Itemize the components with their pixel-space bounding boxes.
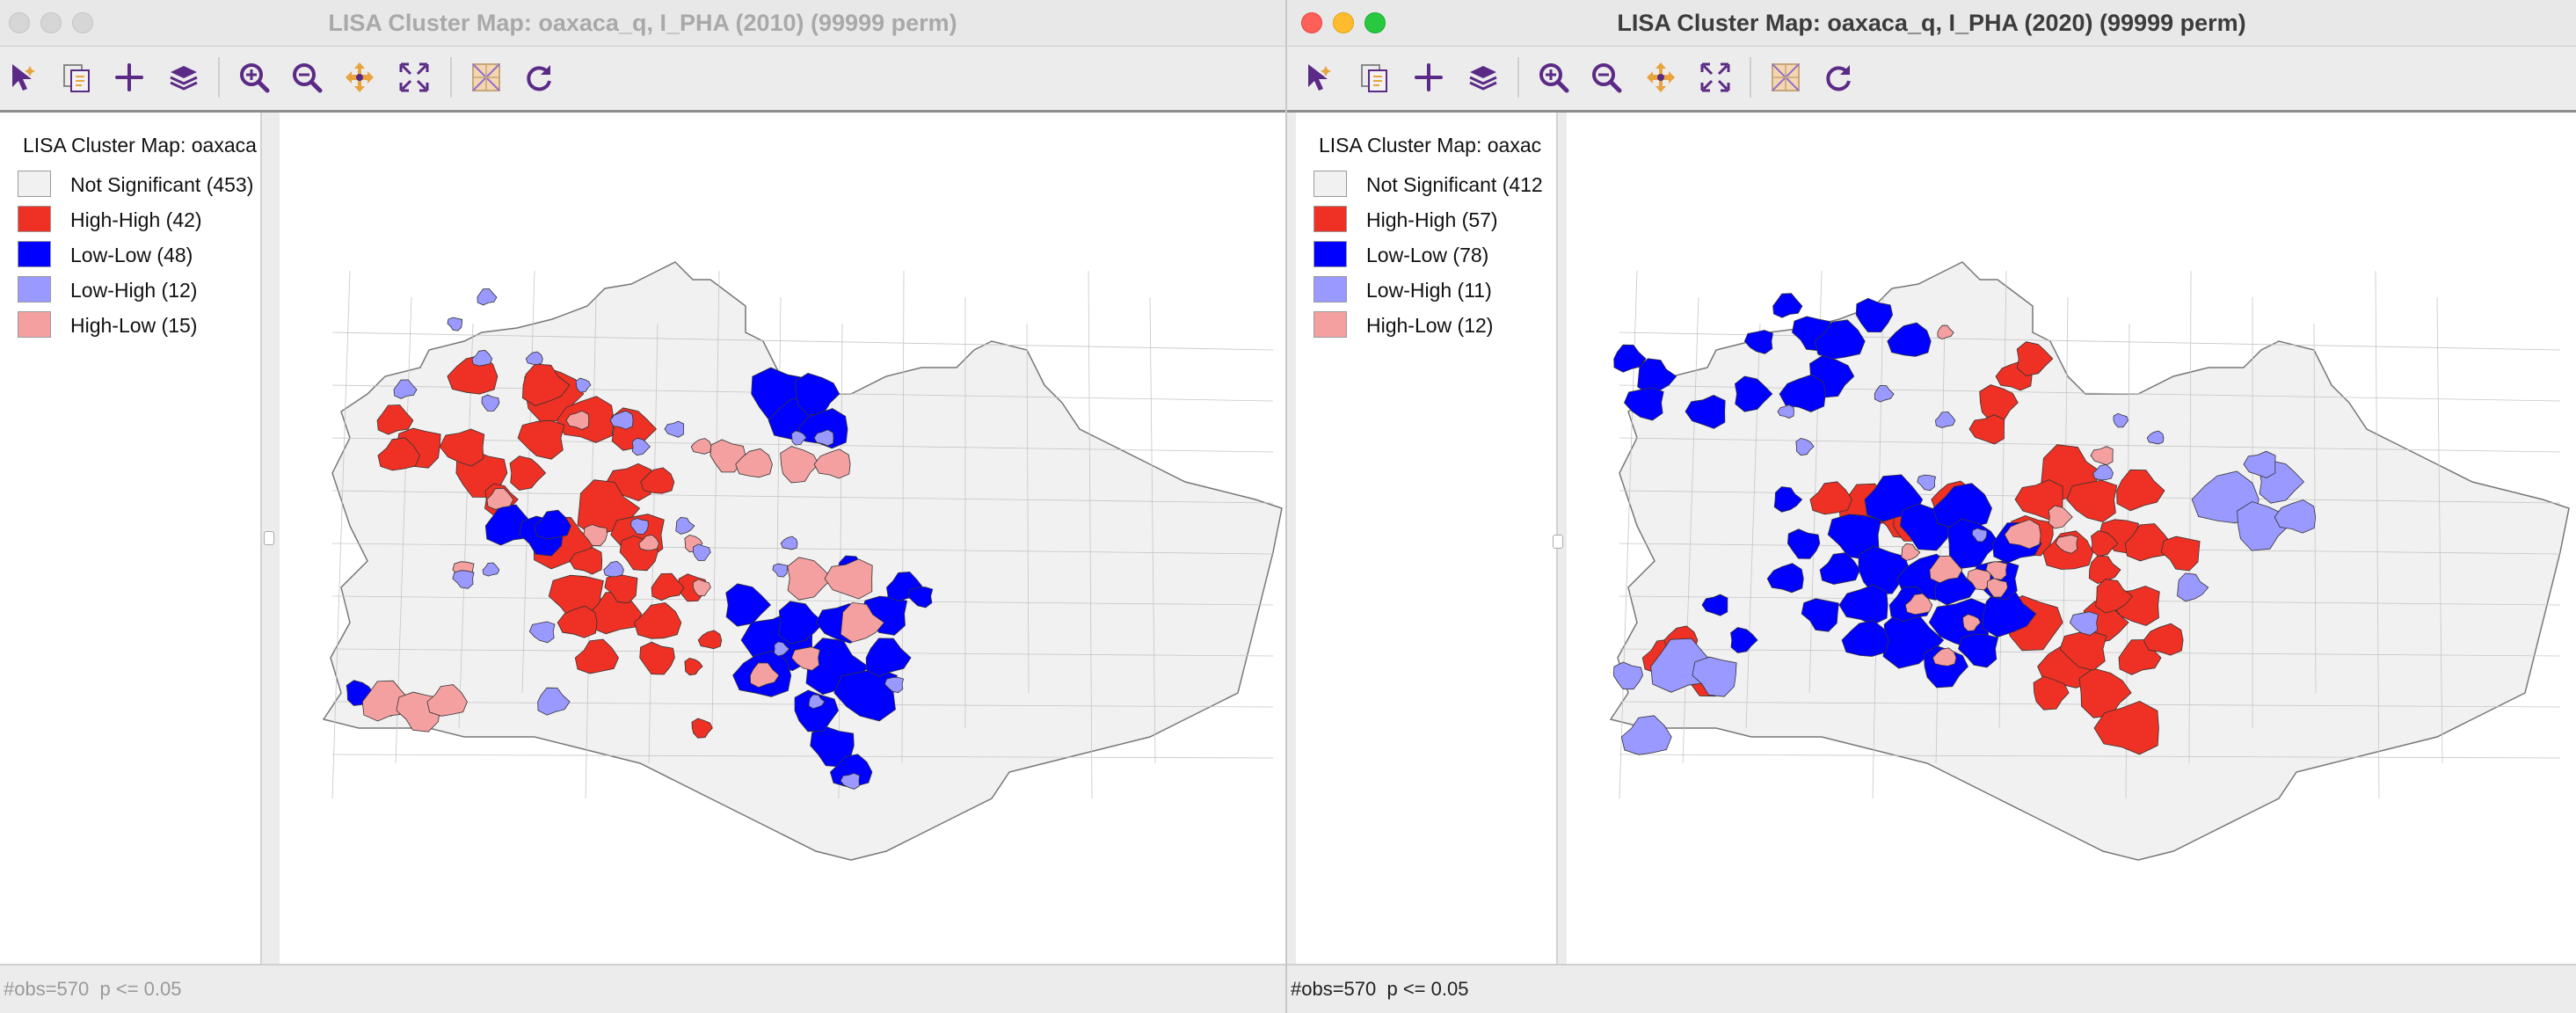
legend-label: Low-Low (48) — [70, 244, 193, 266]
toolbar-separator — [1750, 57, 1751, 98]
legend-swatch — [1313, 171, 1347, 197]
legend-swatch — [18, 206, 51, 232]
zoom-out-icon[interactable] — [287, 57, 327, 98]
legend-label: High-Low (15) — [70, 314, 198, 337]
cluster-map-window-2010: LISA Cluster Map: oaxaca_q, I_PHA (2010)… — [0, 0, 1285, 1013]
title-bar[interactable]: LISA Cluster Map: oaxaca_q, I_PHA (2020)… — [1287, 0, 2576, 47]
map-legend: LISA Cluster Map: oaxaca Not Significant… — [0, 113, 262, 964]
basemap-icon[interactable] — [1765, 57, 1806, 98]
basemap-icon[interactable] — [466, 57, 506, 98]
legend-label: Not Significant (453) — [70, 173, 254, 196]
legend-swatch — [18, 276, 51, 302]
fit-extent-icon[interactable] — [394, 57, 434, 98]
select-icon[interactable] — [1299, 57, 1340, 98]
map-canvas[interactable] — [280, 113, 1285, 964]
legend-swatch — [1313, 241, 1347, 267]
oaxaca-map-2010[interactable] — [280, 113, 1285, 964]
toolbar-separator — [1517, 57, 1519, 98]
title-bar[interactable]: LISA Cluster Map: oaxaca_q, I_PHA (2010)… — [0, 0, 1285, 47]
toolbar-separator — [218, 57, 220, 98]
legend-resize-handle[interactable] — [1553, 535, 1563, 549]
legend-swatch — [1313, 311, 1347, 338]
cluster-low-high-region[interactable] — [477, 288, 498, 306]
map-canvas[interactable] — [1567, 113, 2576, 964]
window-title: LISA Cluster Map: oaxaca_q, I_PHA (2010)… — [328, 10, 957, 36]
pan-icon[interactable] — [1641, 57, 1681, 98]
legend-label: High-Low (12) — [1366, 314, 1494, 337]
cluster-low-low-region[interactable] — [1772, 293, 1803, 318]
cluster-map-window-2020: LISA Cluster Map: oaxaca_q, I_PHA (2020)… — [1287, 0, 2576, 1013]
pan-icon[interactable] — [339, 57, 380, 98]
fit-extent-icon[interactable] — [1695, 57, 1736, 98]
add-icon[interactable] — [109, 57, 149, 98]
toolbar-separator — [450, 57, 452, 98]
legend-swatch — [18, 311, 51, 338]
select-icon[interactable] — [4, 57, 44, 98]
map-toolbar — [1287, 47, 2576, 113]
legend-swatch — [18, 171, 51, 197]
zoom-in-icon[interactable] — [1533, 57, 1574, 98]
legend-label: Not Significant (412 — [1366, 173, 1543, 196]
refresh-icon[interactable] — [1818, 57, 1859, 98]
zoom-in-icon[interactable] — [234, 57, 274, 98]
oaxaca-map-2020[interactable] — [1567, 113, 2576, 964]
status-bar: #obs=570 p <= 0.05 — [1287, 964, 2576, 1013]
refresh-icon[interactable] — [519, 57, 559, 98]
legend-title: LISA Cluster Map: oaxac — [1319, 134, 1542, 157]
zoom-out-icon[interactable] — [1586, 57, 1626, 98]
legend-swatch — [1313, 206, 1347, 232]
legend-label: Low-High (12) — [70, 279, 198, 302]
legend-label: High-High (57) — [1366, 208, 1498, 231]
legend-label: Low-High (11) — [1366, 279, 1492, 302]
legend-resize-handle[interactable] — [264, 531, 274, 545]
legend-swatch — [1313, 276, 1347, 302]
copy-selection-icon[interactable] — [56, 57, 97, 98]
layers-icon[interactable] — [1463, 57, 1503, 98]
status-bar: #obs=570 p <= 0.05 — [0, 964, 1285, 1013]
legend-label: High-High (42) — [70, 208, 202, 231]
cluster-low-high-region[interactable] — [447, 317, 463, 332]
window-title: LISA Cluster Map: oaxaca_q, I_PHA (2020)… — [1617, 10, 2246, 36]
add-icon[interactable] — [1408, 57, 1449, 98]
map-legend: LISA Cluster Map: oaxac Not Significant … — [1296, 113, 1558, 964]
legend-swatch — [18, 241, 51, 267]
legend-title: LISA Cluster Map: oaxaca — [23, 134, 257, 157]
legend-label: Low-Low (78) — [1366, 244, 1489, 266]
layers-icon[interactable] — [164, 57, 204, 98]
copy-selection-icon[interactable] — [1354, 57, 1394, 98]
map-toolbar — [0, 47, 1285, 113]
